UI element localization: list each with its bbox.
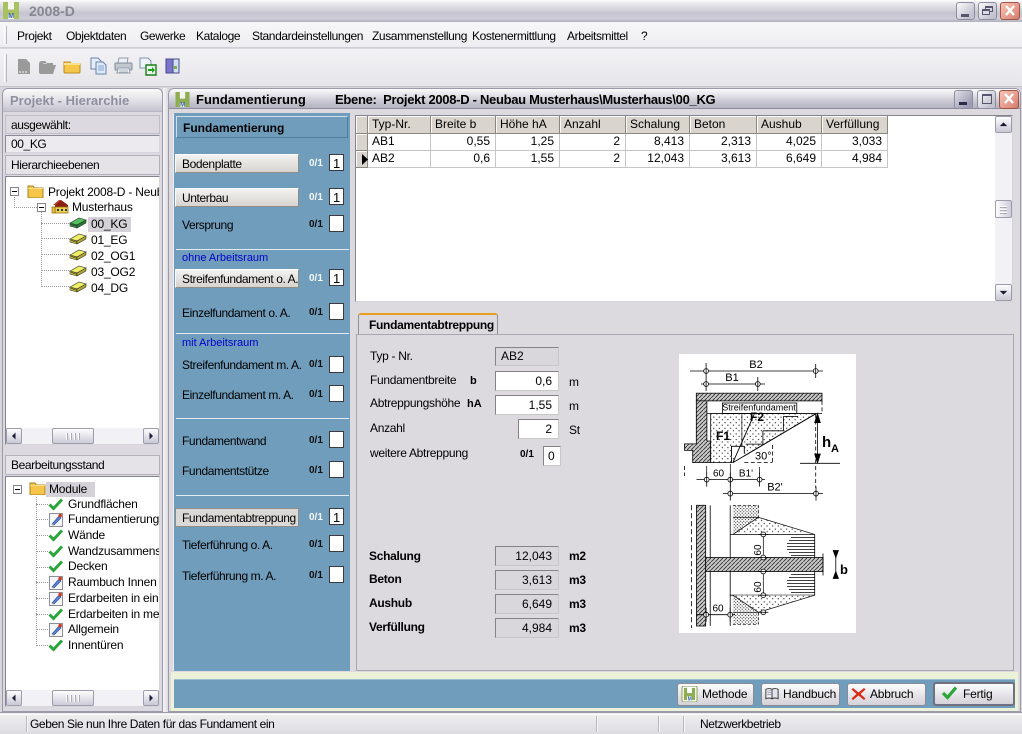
svg-text:60: 60 <box>753 581 764 593</box>
svg-text:h: h <box>822 434 831 451</box>
svg-text:M: M <box>688 696 692 702</box>
svg-text:B2: B2 <box>749 359 762 371</box>
svg-text:M: M <box>8 13 14 19</box>
svg-text:M: M <box>180 101 185 107</box>
svg-text:F2: F2 <box>750 410 764 424</box>
svg-text:b: b <box>840 562 848 577</box>
svg-text:F1: F1 <box>716 429 730 443</box>
svg-text:60: 60 <box>713 469 725 480</box>
svg-text:B2': B2' <box>767 482 783 494</box>
svg-text:B1': B1' <box>739 469 753 480</box>
svg-text:A: A <box>831 443 839 455</box>
svg-text:B1: B1 <box>725 372 738 384</box>
svg-text:30°: 30° <box>755 451 772 463</box>
svg-text:60: 60 <box>753 544 764 556</box>
svg-text:60: 60 <box>712 604 724 615</box>
